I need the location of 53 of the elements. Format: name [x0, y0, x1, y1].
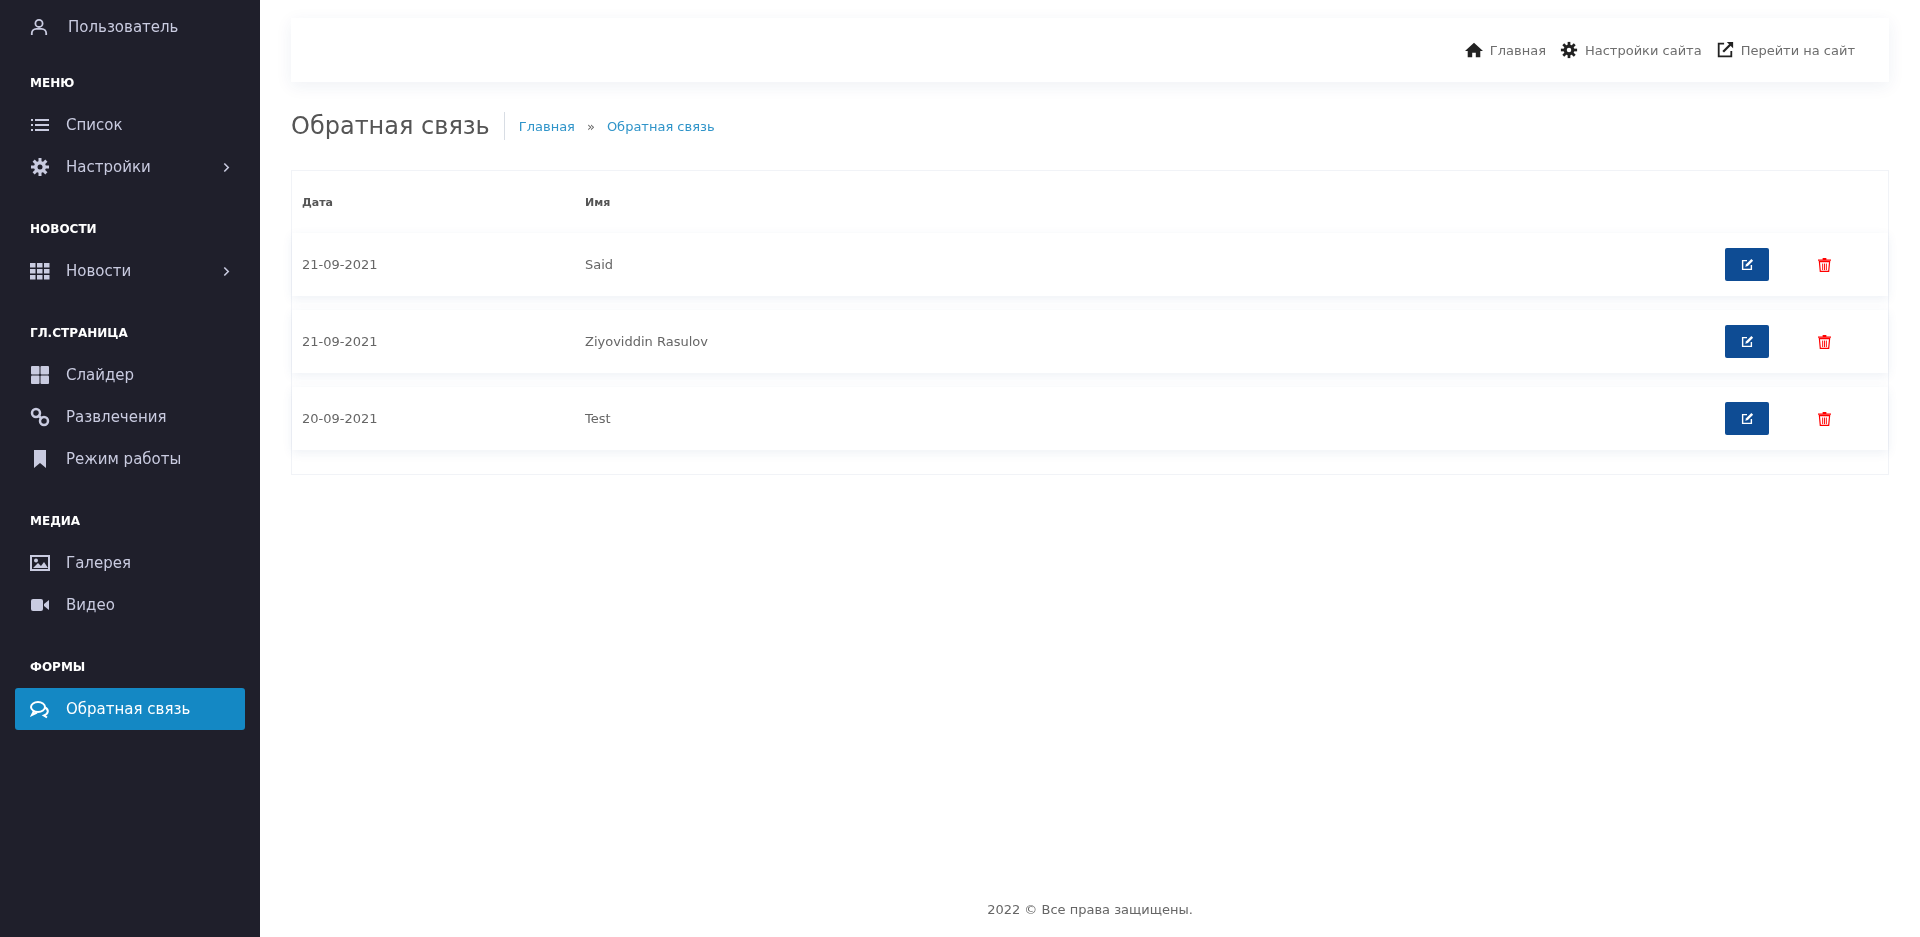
- breadcrumb-separator: »: [586, 118, 595, 134]
- table-cell-text: Ziyoviddin Rasulov: [585, 334, 709, 349]
- top-link[interactable]: Настройки сайта: [1560, 41, 1702, 59]
- table-cell-text: 21-09-2021: [302, 334, 379, 349]
- delete-button[interactable]: [1816, 409, 1833, 428]
- user-name[interactable]: Пользователь: [68, 18, 179, 36]
- table-cell-text: 20-09-2021: [302, 411, 379, 426]
- image-icon: [30, 553, 50, 573]
- chain-link-icon: [30, 407, 50, 427]
- section-heading: МЕНЮ: [29, 76, 76, 90]
- top-link[interactable]: Главная: [1464, 41, 1546, 59]
- nav-item[interactable]: Обратная связь: [15, 688, 245, 730]
- gear-icon: [30, 157, 50, 177]
- external-link-icon: [1715, 41, 1734, 59]
- nav-item[interactable]: Видео: [15, 584, 245, 626]
- nav-item[interactable]: Развлечения: [15, 396, 245, 438]
- section-heading: МЕДИА: [29, 514, 82, 528]
- four-squares-icon: [30, 365, 50, 385]
- nav-item[interactable]: Список: [15, 104, 245, 146]
- column-header: Имя: [585, 195, 612, 209]
- section-heading: ФОРМЫ: [29, 660, 87, 674]
- trash-icon: [1818, 411, 1831, 426]
- grid-icon: [30, 261, 50, 281]
- edit-button[interactable]: [1725, 325, 1769, 358]
- edit-icon: [1740, 411, 1754, 426]
- delete-button[interactable]: [1816, 332, 1833, 351]
- edit-icon: [1740, 334, 1754, 349]
- home-icon: [1464, 41, 1483, 59]
- trash-icon: [1818, 257, 1831, 272]
- chevron-icon: [223, 161, 230, 173]
- delete-button[interactable]: [1816, 255, 1833, 274]
- gear-icon: [1560, 41, 1578, 59]
- section-heading: НОВОСТИ: [29, 222, 98, 236]
- table-cell-text: Test: [585, 411, 612, 426]
- footer-text: 2022 © Все права защищены.: [986, 902, 1194, 919]
- chat-bubbles-icon: [30, 699, 50, 719]
- table-cell-text: Said: [585, 257, 615, 272]
- nav-item[interactable]: Слайдер: [15, 354, 245, 396]
- table-cell-text: 21-09-2021: [302, 257, 379, 272]
- user-icon: [30, 18, 48, 36]
- nav-item[interactable]: Настройки: [15, 146, 245, 188]
- chevron-icon: [223, 265, 230, 277]
- edit-icon: [1740, 257, 1754, 272]
- trash-icon: [1818, 334, 1831, 349]
- nav-item[interactable]: Новости: [15, 250, 245, 292]
- section-heading: ГЛ.СТРАНИЦА: [29, 326, 129, 340]
- edit-button[interactable]: [1725, 402, 1769, 435]
- column-header: Дата: [302, 195, 335, 209]
- nav-item[interactable]: Режим работы: [15, 438, 245, 480]
- nav-item[interactable]: Галерея: [15, 542, 245, 584]
- page-title: Обратная связь: [291, 112, 505, 140]
- edit-button[interactable]: [1725, 248, 1769, 281]
- top-link[interactable]: Перейти на сайт: [1715, 41, 1855, 59]
